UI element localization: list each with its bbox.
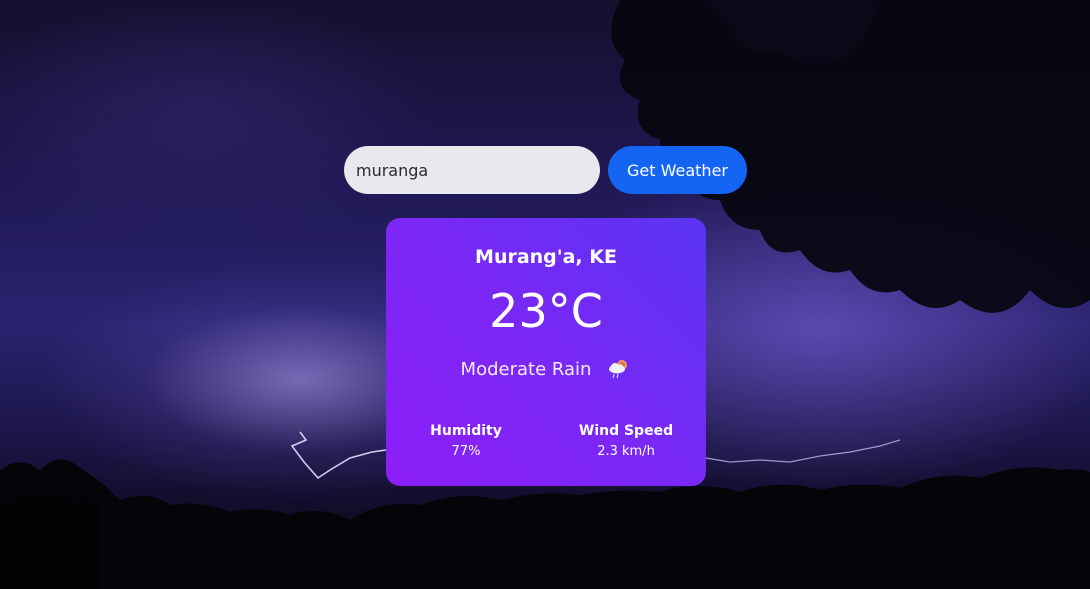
humidity-stat: Humidity 77%	[386, 423, 546, 459]
weather-description-row: Moderate Rain	[386, 358, 706, 380]
humidity-label: Humidity	[430, 423, 502, 439]
wind-speed-stat: Wind Speed 2.3 km/h	[546, 423, 706, 459]
city-name: Murang'a, KE	[475, 246, 617, 268]
city-search-input[interactable]	[344, 146, 600, 194]
humidity-value: 77%	[451, 444, 481, 459]
cloud-rain-sun-icon	[607, 358, 631, 380]
get-weather-button[interactable]: Get Weather	[608, 146, 747, 194]
wind-speed-value: 2.3 km/h	[597, 444, 655, 459]
temperature: 23°C	[489, 284, 603, 338]
weather-stats: Humidity 77% Wind Speed 2.3 km/h	[386, 423, 706, 459]
search-bar: Get Weather	[344, 146, 747, 194]
weather-description: Moderate Rain	[460, 358, 592, 380]
wind-speed-label: Wind Speed	[578, 423, 674, 439]
weather-card: Murang'a, KE 23°C Moderate Rain Humidity…	[386, 218, 706, 486]
